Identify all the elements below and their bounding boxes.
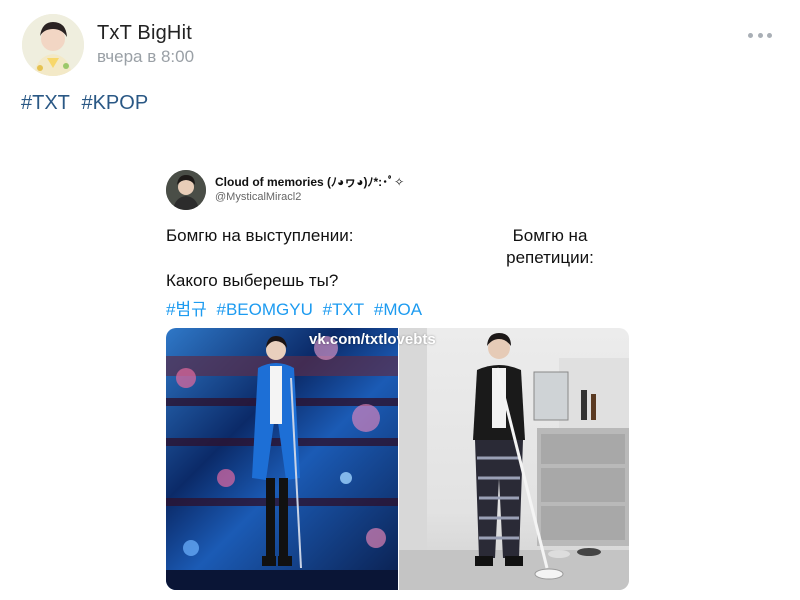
rehearsal-photo [399,328,629,590]
more-dot [767,32,772,38]
author-name[interactable]: TxT BigHit [97,22,192,45]
tweet-hashtags: #범규 #BEOMGYU #TXT #MOA [166,295,427,320]
hashtag-link[interactable]: #KPOP [81,92,148,114]
attached-image[interactable]: Cloud of memories (ﾉ◕ヮ◕)ﾉ*:･ﾟ✧ @Mystical… [163,157,633,592]
tweet-right-caption: Бомгю на репетиции: [506,226,594,267]
vk-post: TxT BigHit вчера в 8:00 #TXT #KPOP Cloud… [0,0,800,600]
tweet-question: Какого выберешь ты? [166,271,339,290]
tweet-avatar [166,170,206,210]
author-avatar[interactable] [22,14,84,76]
avatar-image [22,14,84,76]
rehearsal-photo-illustration [399,328,629,590]
watermark-text: vk.com/txtlovebts [309,331,436,348]
more-dot [757,32,763,38]
tweet-hashtag: #BEOMGYU [216,300,313,319]
more-dot [748,32,753,38]
tweet-hashtag: #TXT [322,300,365,319]
tweet-display-name: Cloud of memories (ﾉ◕ヮ◕)ﾉ*:･ﾟ✧ [215,175,405,189]
tweet-avatar-image [166,170,206,210]
stage-photo [166,328,398,590]
stage-photo-illustration [166,336,398,590]
post-timestamp[interactable]: вчера в 8:00 [97,47,194,67]
tweet-hashtag: #MOA [373,300,423,319]
hashtag-link[interactable]: #TXT [21,92,70,114]
tweet-hashtag: #범규 [166,300,207,319]
more-icon[interactable] [748,30,772,40]
post-hashtags: #TXT #KPOP [21,92,154,115]
tweet-handle: @MysticalMiracl2 [215,191,302,203]
tweet-left-caption: Бомгю на выступлении: [166,226,354,245]
